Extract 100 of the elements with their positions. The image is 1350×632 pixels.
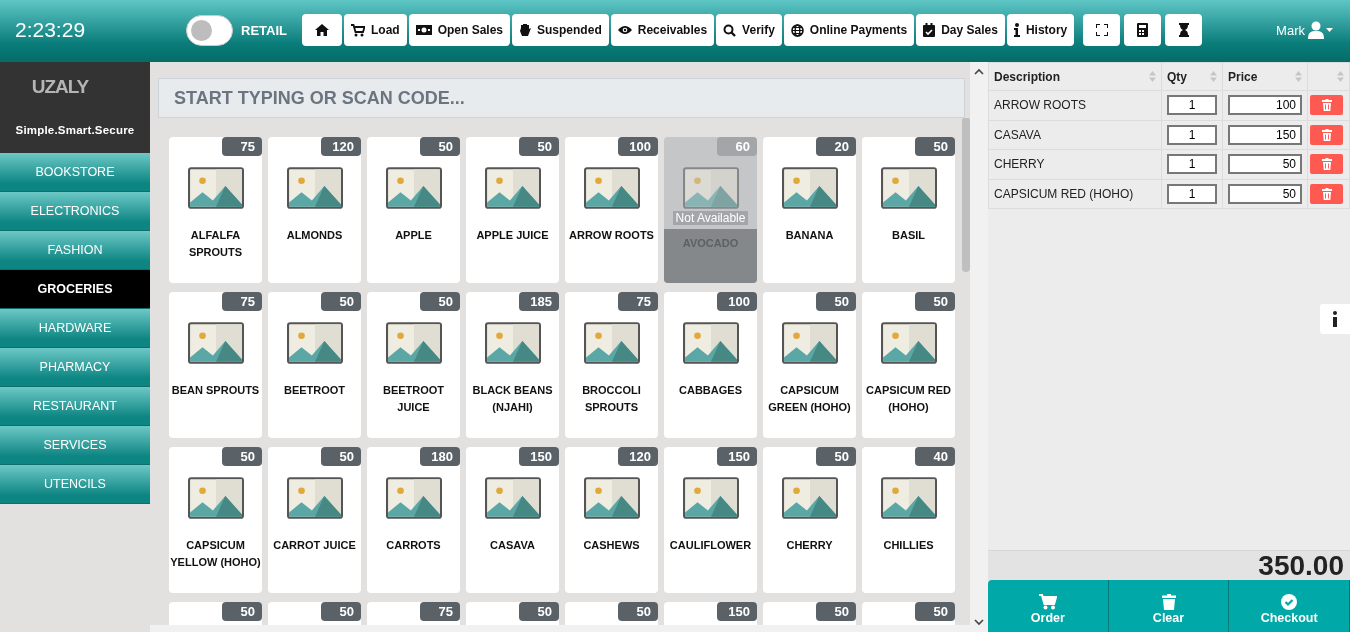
product-card[interactable]: 50 CAPSICUM RED (HOHO) xyxy=(862,292,955,438)
toolbar-button[interactable]: Receivables xyxy=(610,14,715,46)
product-card[interactable]: 50 CARROT JUICE xyxy=(268,447,361,593)
quantity-field[interactable]: 1 xyxy=(1167,154,1217,175)
delete-button[interactable] xyxy=(1310,124,1343,145)
product-card[interactable]: 180 CARROTS xyxy=(367,447,460,593)
stock-badge: 100 xyxy=(618,137,658,156)
image-icon xyxy=(484,322,541,364)
product-card[interactable]: 50 APPLE JUICE xyxy=(466,137,559,283)
stock-badge: 40 xyxy=(915,447,955,466)
scroll-bar[interactable] xyxy=(150,625,970,632)
image-icon xyxy=(286,322,343,364)
search-field[interactable]: START TYPING OR SCAN CODE... xyxy=(158,78,965,118)
product-card[interactable]: 50 xyxy=(169,602,262,625)
column-header[interactable]: Description xyxy=(994,69,1060,84)
product-name: CAPSICUM YELLOW (HOHO) xyxy=(169,538,262,570)
user-name[interactable]: Mark xyxy=(1276,22,1305,38)
stock-badge: 50 xyxy=(519,137,559,156)
product-card[interactable]: 50 xyxy=(565,602,658,625)
toolbar-button[interactable]: Suspended xyxy=(512,14,609,46)
product-card[interactable]: 50 BEETROOT xyxy=(268,292,361,438)
delete-button[interactable] xyxy=(1310,95,1343,116)
product-card[interactable]: 150 xyxy=(664,602,757,625)
image-icon xyxy=(880,477,937,519)
product-card[interactable]: 75 xyxy=(367,602,460,625)
product-card[interactable]: 40 CHILLIES xyxy=(862,447,955,593)
stock-badge: 150 xyxy=(717,447,757,466)
product-card[interactable]: 50 xyxy=(862,602,955,625)
product-card[interactable]: 150 CAULIFLOWER xyxy=(664,447,757,593)
quantity-field[interactable]: 1 xyxy=(1167,95,1217,116)
trash-icon xyxy=(1161,594,1176,610)
price-field[interactable]: 150 xyxy=(1228,124,1302,145)
product-card[interactable]: 100 CABBAGES xyxy=(664,292,757,438)
product-card[interactable]: 120 ALMONDS xyxy=(268,137,361,283)
image-icon xyxy=(781,477,838,519)
product-card[interactable]: 185 BLACK BEANS (NJAHI) xyxy=(466,292,559,438)
product-name: BEETROOT xyxy=(282,383,347,398)
toolbar-button[interactable]: Open Sales xyxy=(408,14,511,46)
column-header[interactable]: Qty xyxy=(1167,69,1187,84)
product-card[interactable]: 50 xyxy=(268,602,361,625)
product-card[interactable]: 50 CAPSICUM GREEN (HOHO) xyxy=(763,292,856,438)
eye-icon xyxy=(617,25,632,35)
product-card[interactable]: 120 CASHEWS xyxy=(565,447,658,593)
image-icon xyxy=(484,477,541,519)
fullscreen-button[interactable] xyxy=(1083,14,1121,46)
image-icon xyxy=(880,322,937,364)
product-card[interactable]: 50 CHERRY xyxy=(763,447,856,593)
toolbar-button[interactable]: Online Payments xyxy=(783,14,915,46)
stock-badge: 50 xyxy=(420,292,460,311)
toolbar-button[interactable]: Load xyxy=(344,14,407,46)
toolbar-button[interactable]: History xyxy=(1006,14,1075,46)
price-field[interactable]: 50 xyxy=(1228,183,1302,204)
quantity-field[interactable]: 1 xyxy=(1167,183,1217,204)
scroll-bar[interactable] xyxy=(970,62,988,632)
image-icon xyxy=(880,167,937,209)
trash-icon xyxy=(1321,158,1332,171)
tagline: Simple.Smart.Secure xyxy=(15,124,135,136)
product-card[interactable]: 20 BANANA xyxy=(763,137,856,283)
hourglass-button[interactable] xyxy=(1165,14,1203,46)
product-name: CAULIFLOWER xyxy=(668,538,753,553)
toolbar-button[interactable]: Verify xyxy=(716,14,782,46)
image-icon xyxy=(583,477,640,519)
product-name: ALFALFA SPROUTS xyxy=(187,228,244,260)
stock-badge: 75 xyxy=(222,292,262,311)
product-card[interactable]: 50 BEETROOT JUICE xyxy=(367,292,460,438)
product-name: CARROTS xyxy=(385,538,442,553)
home-button[interactable] xyxy=(302,14,342,46)
calculator-button[interactable] xyxy=(1124,14,1162,46)
calendar-icon xyxy=(923,23,936,37)
product-card[interactable]: 100 ARROW ROOTS xyxy=(565,137,658,283)
product-card[interactable]: 50 APPLE xyxy=(367,137,460,283)
product-name: ALMONDS xyxy=(285,228,344,243)
check-icon xyxy=(1281,594,1298,610)
delete-button[interactable] xyxy=(1310,154,1343,175)
toolbar-button[interactable]: Day Sales xyxy=(916,14,1005,46)
column-header[interactable]: Price xyxy=(1228,69,1258,84)
delete-button[interactable] xyxy=(1310,183,1343,204)
price-field[interactable]: 50 xyxy=(1228,154,1302,175)
product-card[interactable]: 75 ALFALFA SPROUTS xyxy=(169,137,262,283)
calculator-icon xyxy=(1137,23,1149,37)
product-card[interactable]: 75 BEAN SPROUTS xyxy=(169,292,262,438)
user-icon[interactable] xyxy=(1308,21,1334,39)
product-card[interactable]: 50 xyxy=(763,602,856,625)
info-button[interactable] xyxy=(1320,304,1350,334)
product-card[interactable]: 75 BROCCOLI SPROUTS xyxy=(565,292,658,438)
mode-toggle[interactable] xyxy=(186,14,233,46)
cart-icon xyxy=(1038,594,1057,610)
image-icon xyxy=(682,322,739,364)
category-item[interactable]: GROCERIES xyxy=(0,270,150,309)
image-icon xyxy=(385,477,442,519)
cart-icon xyxy=(351,23,365,37)
quantity-field[interactable]: 1 xyxy=(1167,124,1217,145)
clock: 2:23:29 xyxy=(15,18,87,42)
product-card[interactable]: 150 CASAVA xyxy=(466,447,559,593)
price-field[interactable]: 100 xyxy=(1228,95,1302,116)
product-card[interactable]: 50 BASIL xyxy=(862,137,955,283)
product-card[interactable]: 50 CAPSICUM YELLOW (HOHO) xyxy=(169,447,262,593)
product-card[interactable]: 50 xyxy=(466,602,559,625)
product-name: BANANA xyxy=(784,228,835,243)
stock-badge: 120 xyxy=(618,447,658,466)
